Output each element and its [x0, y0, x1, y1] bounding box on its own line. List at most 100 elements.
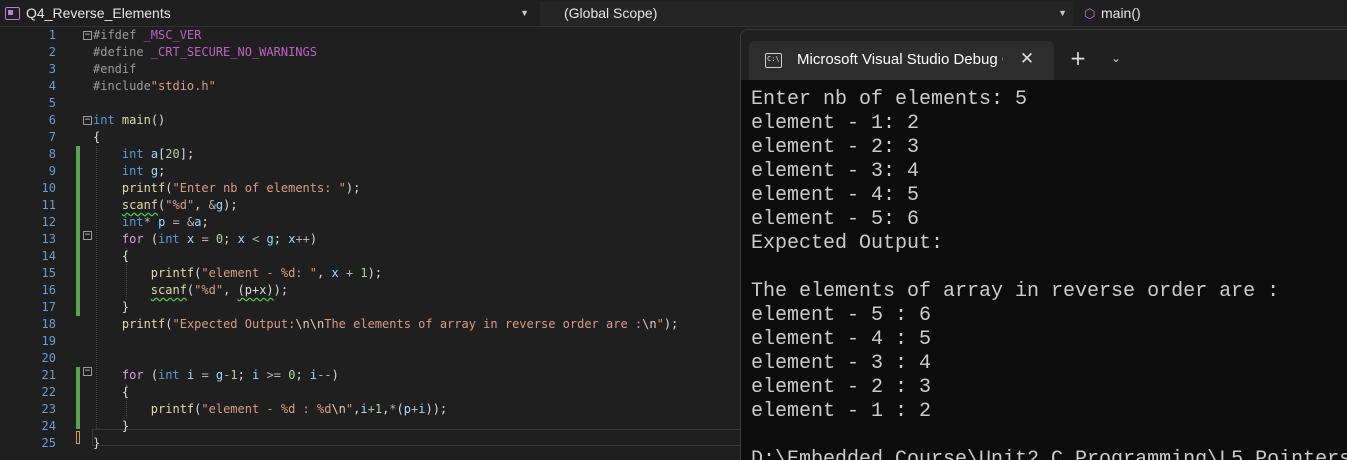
code-token: #include [93, 79, 151, 93]
code-token: i [360, 402, 368, 416]
code-token: int [121, 164, 144, 178]
code-token: int [121, 147, 144, 161]
fold-toggle-icon[interactable]: − [83, 116, 92, 125]
console-line: element - 3 : 4 [751, 352, 932, 375]
code-line[interactable]: #endif [93, 61, 136, 78]
code-token: * [389, 402, 397, 416]
code-token: >= [266, 368, 281, 382]
navigation-bar: Q4_Reverse_Elements ▼ (Global Scope) ▼ ⬡… [0, 0, 1347, 27]
code-token: ++ [295, 232, 310, 246]
fold-toggle-icon[interactable]: − [83, 367, 92, 376]
code-token: + [367, 402, 375, 416]
close-icon[interactable]: ✕ [1017, 49, 1037, 69]
line-number: 8 [48, 147, 56, 161]
code-line[interactable]: } [93, 299, 129, 316]
code-line[interactable]: int main() [93, 112, 165, 129]
code-line[interactable]: } [93, 418, 129, 435]
project-dropdown[interactable]: Q4_Reverse_Elements ▼ [0, 1, 535, 26]
project-icon [5, 7, 20, 20]
console-tab[interactable]: C:\ Microsoft Visual Studio Debug Consol… [749, 41, 1054, 80]
code-token: printf [150, 266, 195, 280]
code-token: ( [143, 368, 159, 382]
console-line: element - 2 : 3 [751, 376, 932, 399]
code-token: } [93, 436, 101, 450]
code-token: The elements of array in reverse order a… [324, 317, 643, 331]
debug-console-window[interactable]: C:\ Microsoft Visual Studio Debug Consol… [740, 29, 1347, 460]
change-indicator [76, 367, 80, 429]
code-token: g [150, 164, 159, 178]
code-line[interactable]: int* p = &a; [93, 214, 209, 231]
code-token: "Expected Output: [172, 317, 296, 331]
code-token: ; [223, 232, 238, 246]
scope-dropdown[interactable]: (Global Scope) ▼ [540, 1, 1073, 26]
code-token: ) [309, 232, 318, 246]
code-line[interactable]: #include"stdio.h" [93, 78, 216, 95]
code-token: { [93, 249, 130, 263]
code-line[interactable]: int a[20]; [93, 146, 194, 163]
line-number: 25 [41, 436, 56, 450]
console-line: element - 3: 4 [751, 160, 920, 183]
fold-toggle-icon[interactable]: − [83, 231, 92, 240]
console-line: element - 4 : 5 [751, 328, 932, 351]
line-number: 24 [41, 419, 56, 433]
function-dropdown[interactable]: ⬡ main() [1077, 1, 1347, 26]
code-token: ( [165, 181, 173, 195]
code-token: for [121, 368, 144, 382]
line-number: 13 [41, 232, 56, 246]
code-token: ) [331, 368, 339, 382]
code-line[interactable]: { [93, 129, 100, 146]
code-line[interactable]: #define _CRT_SECURE_NO_WARNINGS [93, 44, 317, 61]
code-token: ( [396, 402, 404, 416]
code-token: for [121, 232, 144, 246]
fold-toggle-icon[interactable]: − [83, 31, 92, 40]
code-line[interactable]: scanf("%d", &g); [93, 197, 238, 214]
line-number: 14 [41, 249, 56, 263]
code-line[interactable]: int g; [93, 163, 165, 180]
code-line[interactable]: printf("Expected Output:\n\nThe elements… [93, 316, 678, 333]
code-line[interactable]: for (int x = 0; x < g; x++) [93, 231, 317, 248]
code-line[interactable]: printf("element - %d: ", x + 1); [93, 265, 382, 282]
line-number: 2 [48, 45, 56, 59]
code-line[interactable]: #ifdef _MSC_VER [93, 27, 201, 44]
console-titlebar: C:\ Microsoft Visual Studio Debug Consol… [741, 30, 1347, 80]
code-line[interactable]: } [93, 435, 100, 452]
code-token: ]; [179, 147, 195, 161]
code-token: )); [425, 402, 448, 416]
code-token: 1 [374, 402, 383, 416]
line-number: 17 [41, 300, 56, 314]
console-tab-title: Microsoft Visual Studio Debug Console [797, 51, 1003, 68]
code-token: printf [150, 402, 195, 416]
code-token: ; [158, 164, 166, 178]
code-token: & [208, 198, 216, 212]
code-token: "element - %d : %d [201, 402, 332, 416]
code-token: "stdio.h" [150, 79, 216, 93]
new-tab-button[interactable]: + [1066, 46, 1090, 70]
line-number: 1 [48, 28, 56, 42]
code-token: _CRT_SECURE_NO_WARNINGS [150, 45, 317, 59]
project-name: Q4_Reverse_Elements [26, 5, 171, 21]
console-line: Expected Output: [751, 232, 944, 255]
current-line-highlight [92, 429, 742, 446]
code-token: g [266, 232, 274, 246]
line-number: 19 [41, 334, 56, 348]
code-line[interactable]: printf("Enter nb of elements: "); [93, 180, 360, 197]
code-line[interactable]: { [93, 384, 129, 401]
code-line[interactable]: for (int i = g-1; i >= 0; i--) [93, 367, 339, 384]
code-token: x [237, 232, 245, 246]
code-token: \n [331, 402, 346, 416]
chevron-down-icon[interactable]: ⌄ [1104, 46, 1128, 70]
code-line[interactable]: { [93, 248, 129, 265]
code-line[interactable]: printf("element - %d : %d\n",i+1,*(p+i))… [93, 401, 447, 418]
code-line[interactable]: scanf("%d", (p+x)); [93, 282, 288, 299]
code-token: #endif [93, 62, 137, 76]
console-line: element - 5 : 6 [751, 304, 932, 327]
